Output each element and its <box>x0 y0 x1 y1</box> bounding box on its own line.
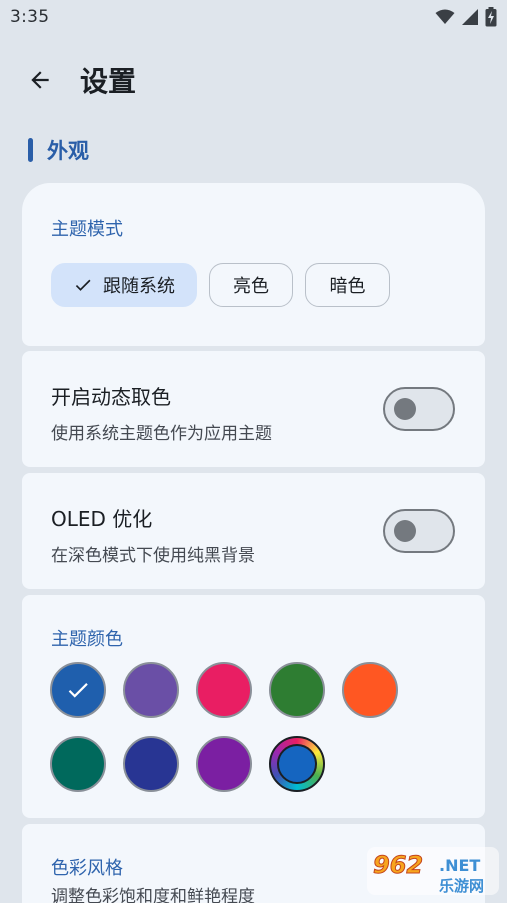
color-swatch[interactable] <box>196 736 252 792</box>
chip-follow-system[interactable]: 跟随系统 <box>51 263 197 307</box>
theme-mode-card: 主题模式 跟随系统 亮色 暗色 <box>22 183 485 346</box>
watermark-logo: 962 .NET 乐游网 <box>367 845 501 897</box>
color-swatch[interactable] <box>269 736 325 792</box>
chip-light[interactable]: 亮色 <box>209 263 293 307</box>
chip-label: 亮色 <box>233 276 269 297</box>
dynamic-color-switch[interactable] <box>383 387 455 431</box>
switch-thumb <box>394 398 416 420</box>
theme-mode-label: 主题模式 <box>51 219 123 240</box>
color-swatch[interactable] <box>123 736 179 792</box>
page-title: 设置 <box>80 65 137 98</box>
dynamic-color-card[interactable]: 开启动态取色 使用系统主题色作为应用主题 <box>22 351 485 467</box>
oled-description: 在深色模式下使用纯黑背景 <box>51 546 255 566</box>
section-header: 外观 <box>28 136 89 164</box>
color-swatch[interactable] <box>269 662 325 718</box>
color-swatch[interactable] <box>50 736 106 792</box>
chip-label: 暗色 <box>329 276 366 297</box>
dynamic-color-title: 开启动态取色 <box>51 385 171 409</box>
signal-icon <box>462 9 478 25</box>
section-accent-bar <box>28 138 33 162</box>
theme-color-card: 主题颜色 <box>22 595 485 818</box>
status-time: 3:35 <box>10 7 50 27</box>
battery-charging-icon <box>485 7 497 27</box>
color-swatch[interactable] <box>50 662 106 718</box>
color-swatch[interactable] <box>342 662 398 718</box>
oled-switch[interactable] <box>383 509 455 553</box>
back-button[interactable] <box>10 50 70 110</box>
theme-color-label: 主题颜色 <box>51 629 123 650</box>
status-bar: 3:35 <box>0 0 507 34</box>
color-swatch[interactable] <box>196 662 252 718</box>
custom-color-inner <box>277 744 317 784</box>
check-icon <box>68 683 88 698</box>
oled-title: OLED 优化 <box>51 507 153 531</box>
wifi-icon <box>435 9 455 24</box>
color-swatch[interactable] <box>123 662 179 718</box>
status-icons <box>435 7 497 27</box>
watermark-number: 962 <box>373 851 423 879</box>
watermark-suffix: .NET <box>439 856 480 875</box>
oled-card[interactable]: OLED 优化 在深色模式下使用纯黑背景 <box>22 473 485 589</box>
color-style-description: 调整色彩饱和度和鲜艳程度 <box>51 887 255 903</box>
dynamic-color-description: 使用系统主题色作为应用主题 <box>51 424 272 444</box>
watermark-text: 乐游网 <box>439 877 484 895</box>
chip-label: 跟随系统 <box>103 276 175 297</box>
arrow-back-icon <box>31 71 49 89</box>
check-icon <box>73 275 93 295</box>
switch-thumb <box>394 520 416 542</box>
top-app-bar: 设置 <box>0 50 507 110</box>
section-title: 外观 <box>47 139 89 163</box>
chip-dark[interactable]: 暗色 <box>305 263 390 307</box>
color-style-title: 色彩风格 <box>51 858 123 879</box>
